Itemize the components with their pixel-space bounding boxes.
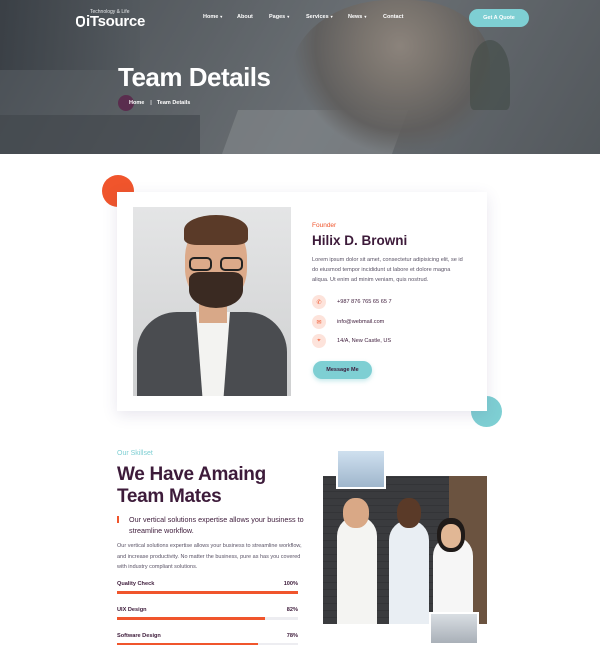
skill-label: Quality Check [117, 581, 155, 587]
section-heading: We Have Amaing Team Mates [117, 464, 266, 507]
breadcrumb-separator: | [150, 100, 152, 106]
contact-email[interactable]: ✉ info@webmail.com [312, 315, 384, 329]
get-a-quote-button[interactable]: Get A Quote [469, 9, 529, 27]
skill-quality-check: Quality Check 100% [117, 581, 298, 594]
logo-text: iTsource [86, 13, 146, 30]
skill-value: 82% [286, 607, 298, 613]
page-title: Team Details [118, 62, 271, 92]
skill-value: 100% [283, 581, 298, 587]
contact-address[interactable]: ⌖ 14/A, New Castle, US [312, 334, 391, 348]
nav-item-about[interactable]: About [237, 14, 253, 20]
member-bio: Lorem ipsum dolor sit amet, consectetur … [312, 257, 463, 283]
logo-icon [76, 16, 85, 27]
message-me-button[interactable]: Message Me [313, 361, 372, 379]
skill-progress-fill [117, 617, 266, 620]
lead-accent-bar [117, 516, 119, 523]
skill-progress-fill [117, 591, 298, 594]
chevron-down-icon: ▾ [220, 14, 223, 19]
skill-software-design: Software Design 78% [117, 633, 298, 645]
contact-email-value: info@webmail.com [337, 319, 385, 325]
office-photo-small-2 [429, 612, 479, 645]
contact-phone-value: +987 876 765 65 65 7 [337, 299, 392, 305]
location-icon: ⌖ [312, 334, 326, 348]
section-lead: Our vertical solutions expertise allows … [129, 515, 304, 535]
contact-address-value: 14/A, New Castle, US [337, 338, 392, 344]
section-subtitle: Our Skillset [117, 450, 153, 457]
breadcrumb-home-link[interactable]: Home [129, 100, 144, 106]
nav-item-contact[interactable]: Contact [383, 14, 403, 20]
nav-item-pages[interactable]: Pages ▾ [269, 14, 289, 20]
chevron-down-icon: ▾ [364, 14, 367, 19]
chevron-down-icon: ▾ [330, 14, 333, 19]
skill-label: UIX Design [117, 607, 147, 613]
skill-uix-design: UIX Design 82% [117, 607, 298, 620]
nav-item-news[interactable]: News ▾ [348, 14, 366, 20]
nav-item-home[interactable]: Home ▾ [203, 14, 222, 20]
skill-progress-track [117, 591, 298, 594]
nav-item-services[interactable]: Services ▾ [306, 14, 333, 20]
skill-label: Software Design [117, 633, 161, 639]
team-member-photo [133, 207, 291, 396]
skill-progress-track [117, 617, 298, 620]
member-name: Hilix D. Browni [312, 233, 408, 248]
phone-icon: ✆ [312, 295, 326, 309]
member-role: Founder [312, 222, 337, 229]
page-hero: Technology & Life iTsource Home ▾ About P… [0, 0, 600, 154]
skill-value: 78% [286, 633, 298, 639]
breadcrumb-current: Team Details [156, 100, 191, 106]
contact-phone[interactable]: ✆ +987 876 765 65 65 7 [312, 295, 392, 309]
mail-icon: ✉ [312, 315, 326, 329]
team-group-photo [323, 476, 487, 624]
breadcrumb: Home | Team Details [118, 95, 190, 111]
section-paragraph: Our vertical solutions expertise allows … [117, 543, 302, 570]
chevron-down-icon: ▾ [287, 14, 290, 19]
office-photo-small [336, 449, 386, 489]
